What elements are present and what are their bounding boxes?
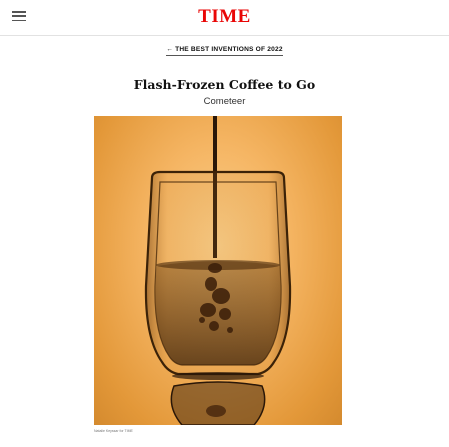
coffee-glass-illustration xyxy=(144,116,292,425)
top-header: TIME xyxy=(0,0,449,36)
breadcrumb: ← THE BEST INVENTIONS OF 2022 xyxy=(0,46,449,56)
company-name: Cometeer xyxy=(203,96,246,107)
coffee-pour-glass-photo xyxy=(94,116,342,425)
article-title: Flash-Frozen Coffee to Go xyxy=(133,77,316,92)
back-to-list-link[interactable]: ← THE BEST INVENTIONS OF 2022 xyxy=(166,46,283,56)
photo-credit: Natalie Keyssar for TIME xyxy=(94,429,133,433)
time-logo[interactable]: TIME xyxy=(0,6,449,28)
